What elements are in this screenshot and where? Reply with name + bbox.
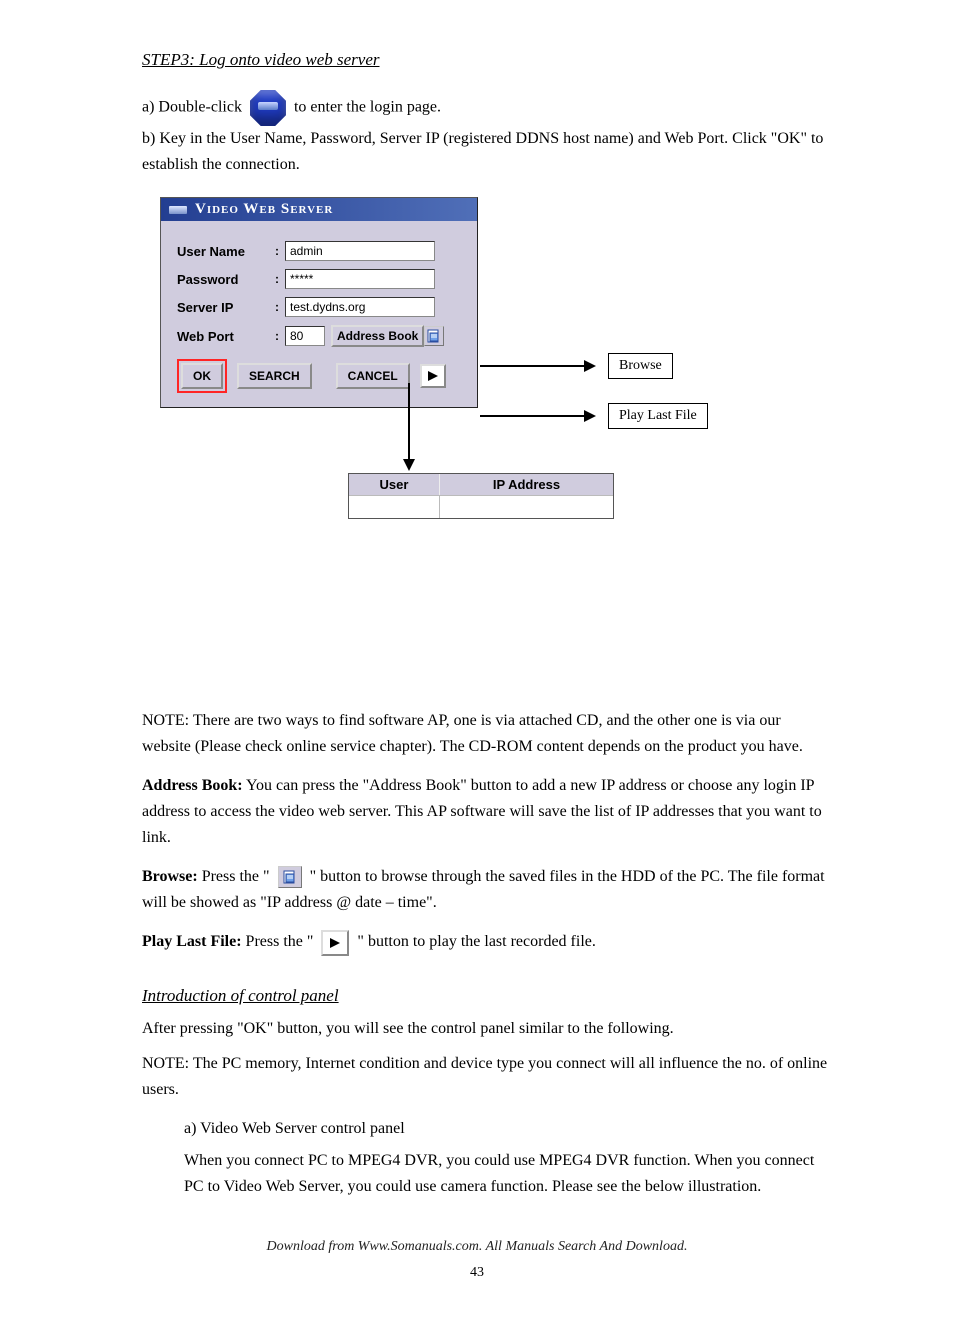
label-addressbook-bold: Address Book: xyxy=(142,777,243,794)
label-username: User Name xyxy=(177,244,275,259)
arrow-addressbook xyxy=(408,383,410,465)
cp-note: NOTE: The PC memory, Internet condition … xyxy=(142,1051,832,1102)
colon: : xyxy=(275,300,285,314)
col-ip: IP Address xyxy=(440,474,614,496)
cp-a-body: When you connect PC to MPEG4 DVR, you co… xyxy=(184,1148,832,1199)
cell-ip-empty xyxy=(440,496,614,519)
document-icon xyxy=(427,329,441,343)
colon: : xyxy=(275,272,285,286)
footer-hint: Download from Www.Somanuals.com. All Man… xyxy=(70,1239,884,1255)
address-book-button[interactable]: Address Book xyxy=(331,325,424,347)
label-password: Password xyxy=(177,272,275,287)
note-find-ap: NOTE: There are two ways to find softwar… xyxy=(142,708,832,759)
dialog-device-icon xyxy=(169,206,187,214)
cp-line1: After pressing "OK" button, you will see… xyxy=(142,1016,832,1042)
cp-a-lead: a) Video Web Server control panel xyxy=(184,1116,832,1142)
section-title-control-panel: Introduction of control panel xyxy=(142,986,884,1006)
ok-highlight: OK xyxy=(177,359,227,393)
arrow-browse xyxy=(480,365,590,367)
ok-button[interactable]: OK xyxy=(181,363,223,389)
arrow-play xyxy=(480,415,590,417)
cell-user-empty xyxy=(349,496,440,519)
inline-play-icon xyxy=(321,930,349,956)
text-browse-a: Press the " xyxy=(202,868,270,885)
inline-browse-icon xyxy=(278,866,302,888)
dialog-titlebar: Video Web Server xyxy=(161,198,477,221)
label-play-bold: Play Last File: xyxy=(142,933,242,950)
page-number: 43 xyxy=(70,1265,884,1281)
browse-button[interactable] xyxy=(424,326,444,346)
dialog-title: Video Web Server xyxy=(195,201,333,218)
label-webport: Web Port xyxy=(177,329,275,344)
input-serverip[interactable] xyxy=(285,297,435,317)
intro-a-text2: to enter the login page. xyxy=(294,99,441,116)
app-launch-icon xyxy=(250,90,286,126)
play-last-button[interactable] xyxy=(420,364,446,388)
text-play-b: " button to play the last recorded file. xyxy=(357,933,595,950)
callout-play: Play Last File xyxy=(608,403,708,429)
play-icon xyxy=(426,370,440,382)
search-button[interactable]: SEARCH xyxy=(237,363,312,389)
text-addressbook-body: You can press the "Address Book" button … xyxy=(142,777,822,845)
label-serverip: Server IP xyxy=(177,300,275,315)
address-table: User IP Address xyxy=(348,473,614,519)
document-icon xyxy=(283,870,297,884)
cancel-button[interactable]: CANCEL xyxy=(336,363,410,389)
text-play-a: Press the " xyxy=(246,933,314,950)
intro-a-text1: a) Double-click xyxy=(142,99,242,116)
input-username[interactable] xyxy=(285,241,435,261)
colon: : xyxy=(275,244,285,258)
col-user: User xyxy=(349,474,440,496)
login-dialog: Video Web Server User Name : Password : … xyxy=(160,197,478,408)
input-password[interactable] xyxy=(285,269,435,289)
section-title-step3: STEP3: Log onto video web server xyxy=(142,50,884,70)
input-webport[interactable] xyxy=(285,326,325,346)
address-book-label: Address Book xyxy=(337,329,418,343)
intro-line-b: b) Key in the User Name, Password, Serve… xyxy=(142,126,832,177)
colon: : xyxy=(275,329,285,343)
play-icon xyxy=(328,937,342,949)
intro-line-a: a) Double-click to enter the login page. xyxy=(142,90,832,126)
callout-browse: Browse xyxy=(608,353,673,379)
label-browse-bold: Browse: xyxy=(142,868,198,885)
